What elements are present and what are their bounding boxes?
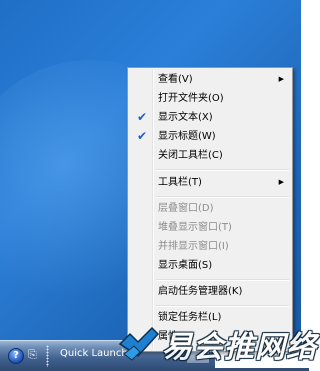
menu-separator [156, 169, 289, 171]
menu-item-show-desktop[interactable]: 显示桌面(S) [130, 256, 290, 275]
menu-item-stack-windows[interactable]: 堆叠显示窗口(T) [130, 218, 290, 237]
quick-launch-toolbar-label[interactable]: Quick Launch [60, 348, 128, 359]
menu-item-task-manager[interactable]: 启动任务管理器(K) [130, 282, 290, 301]
checkmark-icon: ✔ [136, 129, 148, 143]
menu-item-show-title[interactable]: ✔ 显示标题(W) [130, 127, 290, 146]
menu-separator [156, 305, 289, 307]
menu-item-label: 层叠窗口(D) [158, 203, 214, 214]
menu-item-open-folder[interactable]: 打开文件夹(O) [130, 89, 290, 108]
menu-item-label: 打开文件夹(O) [158, 93, 224, 104]
taskbar-context-menu: 查看(V) ▶ 打开文件夹(O) ✔ 显示文本(X) ✔ 显示标题(W) 关闭工… [127, 67, 293, 352]
menu-separator [156, 196, 289, 198]
menu-item-label: 属性 [158, 331, 178, 342]
menu-item-label: 显示桌面(S) [158, 260, 213, 271]
menu-item-side-by-side-windows[interactable]: 并排显示窗口(I) [130, 237, 290, 256]
menu-item-show-text[interactable]: ✔ 显示文本(X) [130, 108, 290, 127]
checkmark-icon: ✔ [136, 110, 148, 124]
clipboard-icon[interactable]: ⎘ [28, 347, 38, 363]
menu-item-label: 显示标题(W) [158, 131, 216, 142]
menu-item-label: 锁定任务栏(L) [158, 312, 222, 323]
menu-item-label: 关闭工具栏(C) [158, 150, 223, 161]
help-icon[interactable]: ? [8, 348, 24, 364]
menu-item-close-toolbar[interactable]: 关闭工具栏(C) [130, 146, 290, 165]
submenu-arrow-icon: ▶ [278, 75, 284, 83]
menu-item-label: 并排显示窗口(I) [158, 241, 229, 252]
toolbar-grip-handle[interactable] [46, 345, 49, 367]
menu-item-label: 堆叠显示窗口(T) [158, 222, 232, 233]
menu-item-cascade-windows[interactable]: 层叠窗口(D) [130, 199, 290, 218]
menu-item-toolbars[interactable]: 工具栏(T) ▶ [130, 173, 290, 192]
menu-item-properties[interactable]: 属性 [130, 327, 290, 346]
menu-separator [156, 279, 289, 281]
submenu-arrow-icon: ▶ [278, 178, 284, 186]
menu-item-label: 启动任务管理器(K) [158, 286, 243, 297]
menu-item-label: 查看(V) [158, 74, 193, 85]
menu-item-label: 显示文本(X) [158, 112, 213, 123]
menu-item-label: 工具栏(T) [158, 177, 202, 188]
menu-item-lock-taskbar[interactable]: 锁定任务栏(L) [130, 308, 290, 327]
menu-item-view[interactable]: 查看(V) ▶ [130, 70, 290, 89]
